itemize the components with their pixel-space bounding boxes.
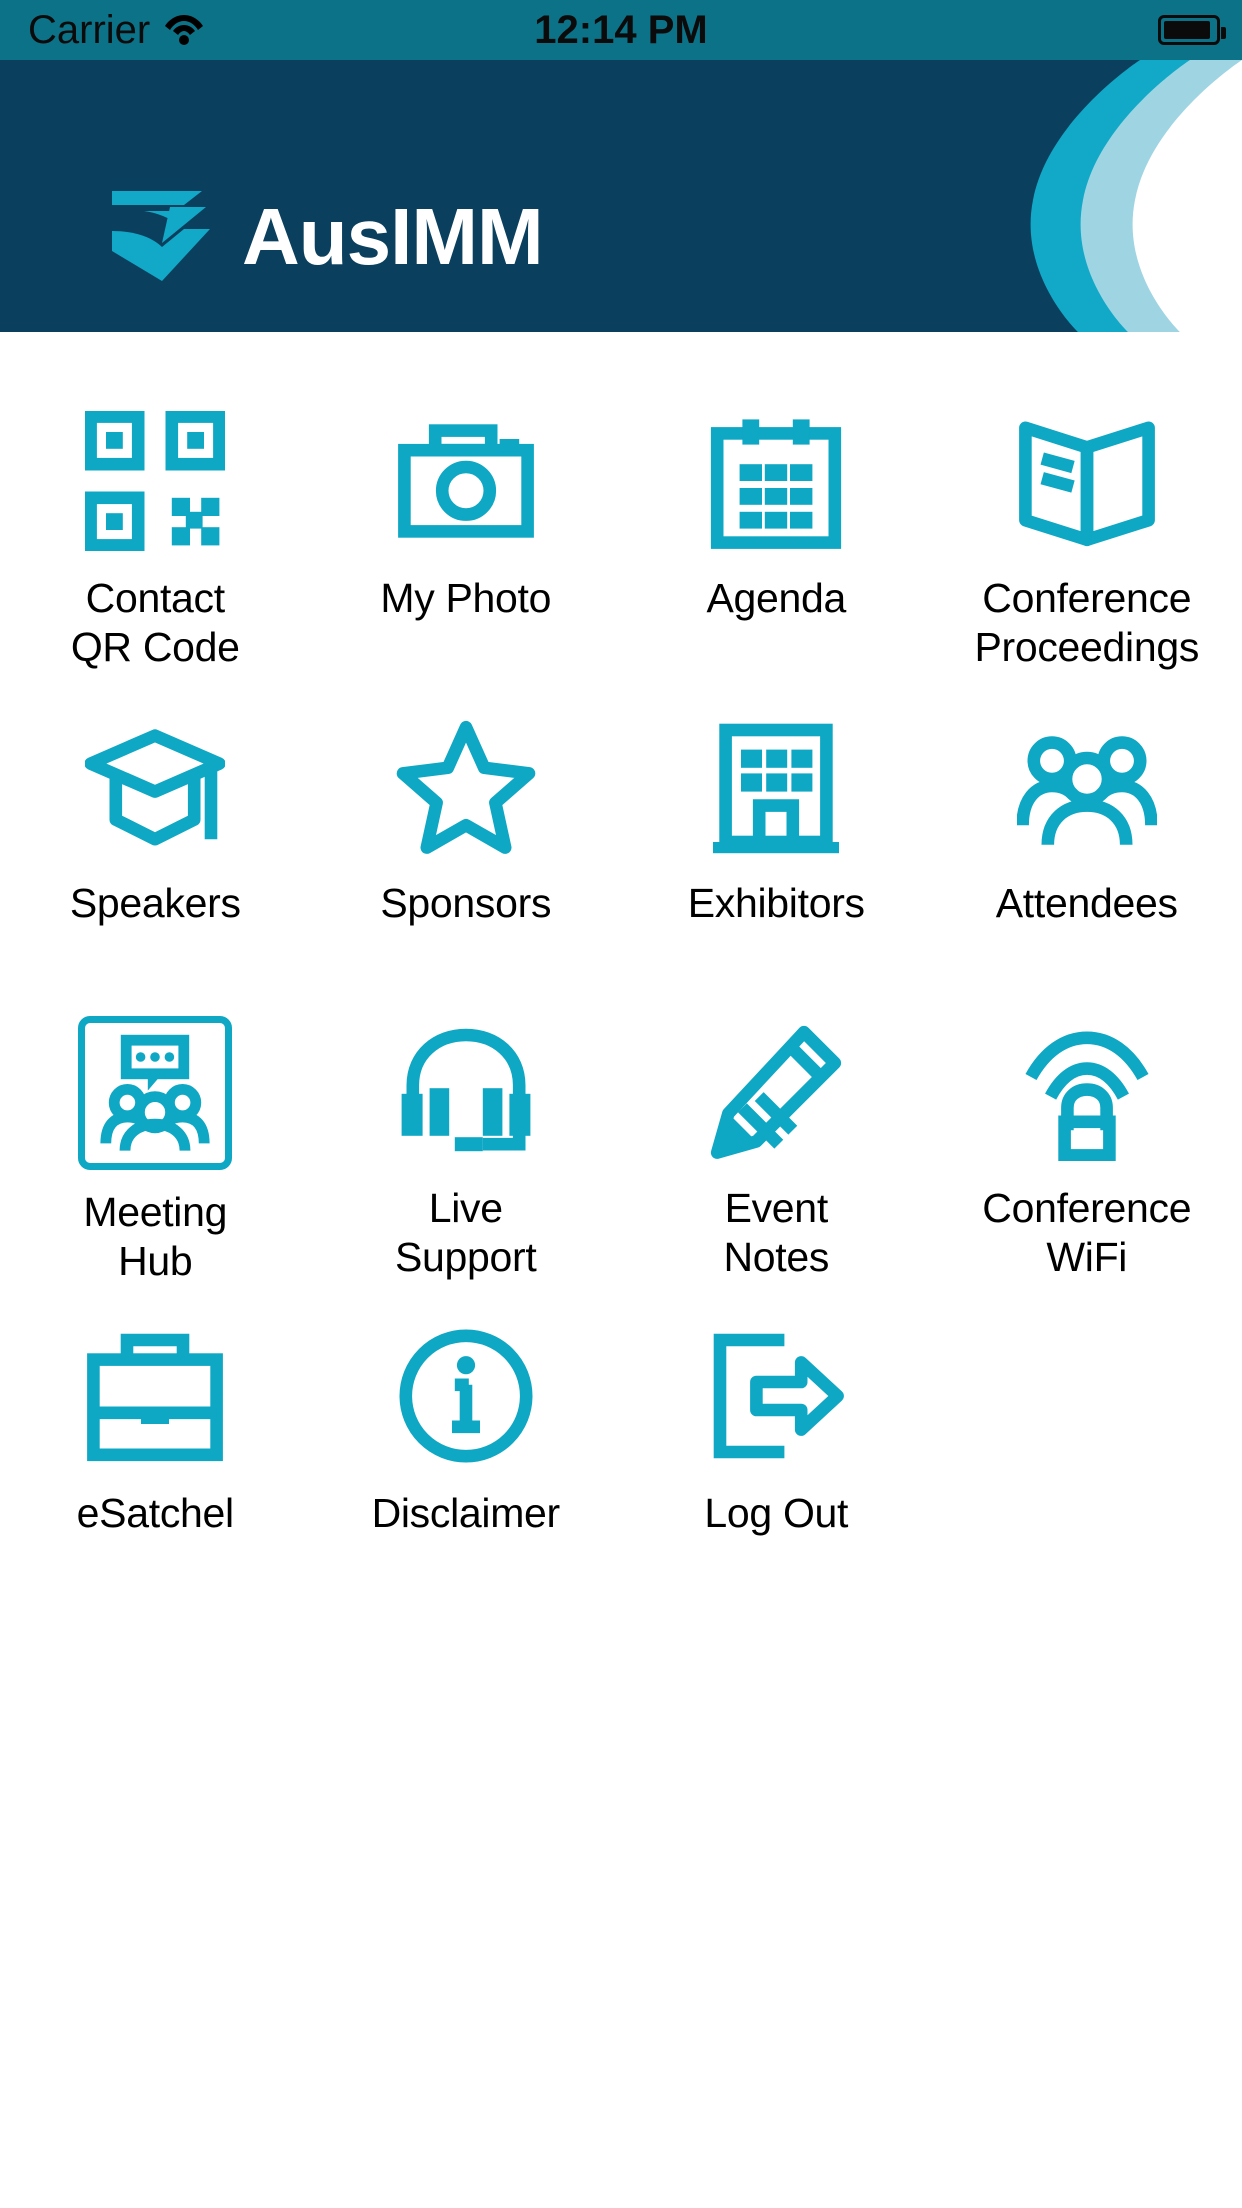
menu-item-label: My Photo	[380, 574, 551, 623]
menu-item-label: Attendees	[996, 879, 1178, 928]
status-bar-right	[832, 15, 1242, 45]
menu-item-label-line1: Live	[428, 1185, 503, 1231]
meeting-hub-icon	[78, 1016, 233, 1170]
status-bar-left: Carrier	[0, 8, 410, 53]
menu-item-label: eSatchel	[77, 1489, 234, 1538]
pencil-icon	[701, 1016, 851, 1166]
menu-item-speakers[interactable]: Speakers	[0, 689, 311, 994]
menu-item-label: Exhibitors	[688, 879, 865, 928]
camera-icon	[391, 406, 541, 556]
ausimm-logo-mark	[110, 185, 214, 289]
menu-item-label-line2: Hub	[118, 1238, 193, 1285]
menu-item-label-line1: Attendees	[995, 880, 1178, 926]
menu-item-label: Contact QR Code	[71, 574, 240, 672]
wifi-router-icon	[1012, 1016, 1162, 1166]
menu-item-meeting-hub[interactable]: Meeting Hub	[0, 994, 311, 1299]
menu-item-log-out[interactable]: Log Out	[621, 1299, 932, 1604]
menu-item-label: Conference WiFi	[982, 1184, 1191, 1282]
menu-item-label: Meeting Hub	[83, 1188, 227, 1286]
menu-item-conference-wifi[interactable]: Conference WiFi	[932, 994, 1242, 1299]
calendar-icon	[701, 406, 851, 556]
menu-item-label: Event Notes	[723, 1184, 829, 1282]
app-header: AusIMM	[0, 60, 1242, 332]
people-group-icon	[1012, 711, 1162, 861]
menu-item-my-photo[interactable]: My Photo	[311, 384, 622, 689]
menu-item-event-notes[interactable]: Event Notes	[621, 994, 932, 1299]
menu-item-label-line1: Agenda	[706, 575, 847, 621]
menu-item-label-line1: Exhibitors	[687, 880, 865, 926]
qr-code-icon	[80, 406, 230, 556]
wifi-icon	[164, 11, 204, 50]
menu-item-label-line2: Proceedings	[974, 624, 1200, 671]
menu-item-label-line1: Speakers	[69, 880, 241, 926]
menu-item-esatchel[interactable]: eSatchel	[0, 1299, 311, 1604]
menu-item-label: Live Support	[395, 1184, 537, 1282]
building-icon	[701, 711, 851, 861]
home-menu-grid: Contact QR Code My Photo Agenda Conferenc…	[0, 332, 1242, 1604]
menu-item-sponsors[interactable]: Sponsors	[311, 689, 622, 994]
menu-item-label-line1: Meeting	[83, 1189, 228, 1235]
info-circle-icon	[391, 1321, 541, 1471]
menu-item-label-line2: WiFi	[1046, 1234, 1128, 1281]
menu-item-label-line1: Log Out	[704, 1490, 849, 1536]
open-book-icon	[1012, 406, 1162, 556]
menu-item-label-line1: My Photo	[380, 575, 552, 621]
status-bar: Carrier 12:14 PM	[0, 0, 1242, 60]
menu-item-label-line2: Support	[394, 1234, 537, 1281]
menu-item-agenda[interactable]: Agenda	[621, 384, 932, 689]
menu-item-label-line1: eSatchel	[76, 1490, 234, 1536]
menu-item-label-line1: Conference	[982, 575, 1192, 621]
menu-item-label: Agenda	[706, 574, 846, 623]
battery-full-icon	[1157, 15, 1226, 45]
menu-item-label-line2: QR Code	[70, 624, 240, 671]
menu-item-attendees[interactable]: Attendees	[932, 689, 1242, 994]
menu-item-label-line1: Sponsors	[380, 880, 552, 926]
menu-item-disclaimer[interactable]: Disclaimer	[311, 1299, 622, 1604]
status-bar-center: 12:14 PM	[410, 8, 832, 53]
menu-item-label-line1: Conference	[982, 1185, 1192, 1231]
brand-name: AusIMM	[242, 192, 544, 281]
graduation-cap-icon	[80, 711, 230, 861]
menu-item-live-support[interactable]: Live Support	[311, 994, 622, 1299]
brand-logo: AusIMM	[110, 185, 544, 289]
headset-icon	[391, 1016, 541, 1166]
menu-item-label-line1: Contact	[85, 575, 226, 621]
carrier-label: Carrier	[28, 7, 151, 52]
briefcase-icon	[80, 1321, 230, 1471]
menu-item-exhibitors[interactable]: Exhibitors	[621, 689, 932, 994]
menu-item-label: Log Out	[704, 1489, 848, 1538]
menu-item-label: Disclaimer	[371, 1489, 561, 1538]
menu-item-label: Conference Proceedings	[974, 574, 1199, 672]
menu-item-label-line2: Notes	[723, 1234, 830, 1281]
menu-item-conference-proceedings[interactable]: Conference Proceedings	[932, 384, 1242, 689]
logout-icon	[701, 1321, 851, 1471]
menu-item-label: Sponsors	[380, 879, 551, 928]
menu-item-label: Speakers	[70, 879, 241, 928]
star-icon	[391, 711, 541, 861]
menu-item-label-line1: Disclaimer	[371, 1490, 561, 1536]
menu-item-label-line1: Event	[724, 1185, 829, 1231]
clock-label: 12:14 PM	[534, 7, 708, 52]
menu-item-contact-qr-code[interactable]: Contact QR Code	[0, 384, 311, 689]
